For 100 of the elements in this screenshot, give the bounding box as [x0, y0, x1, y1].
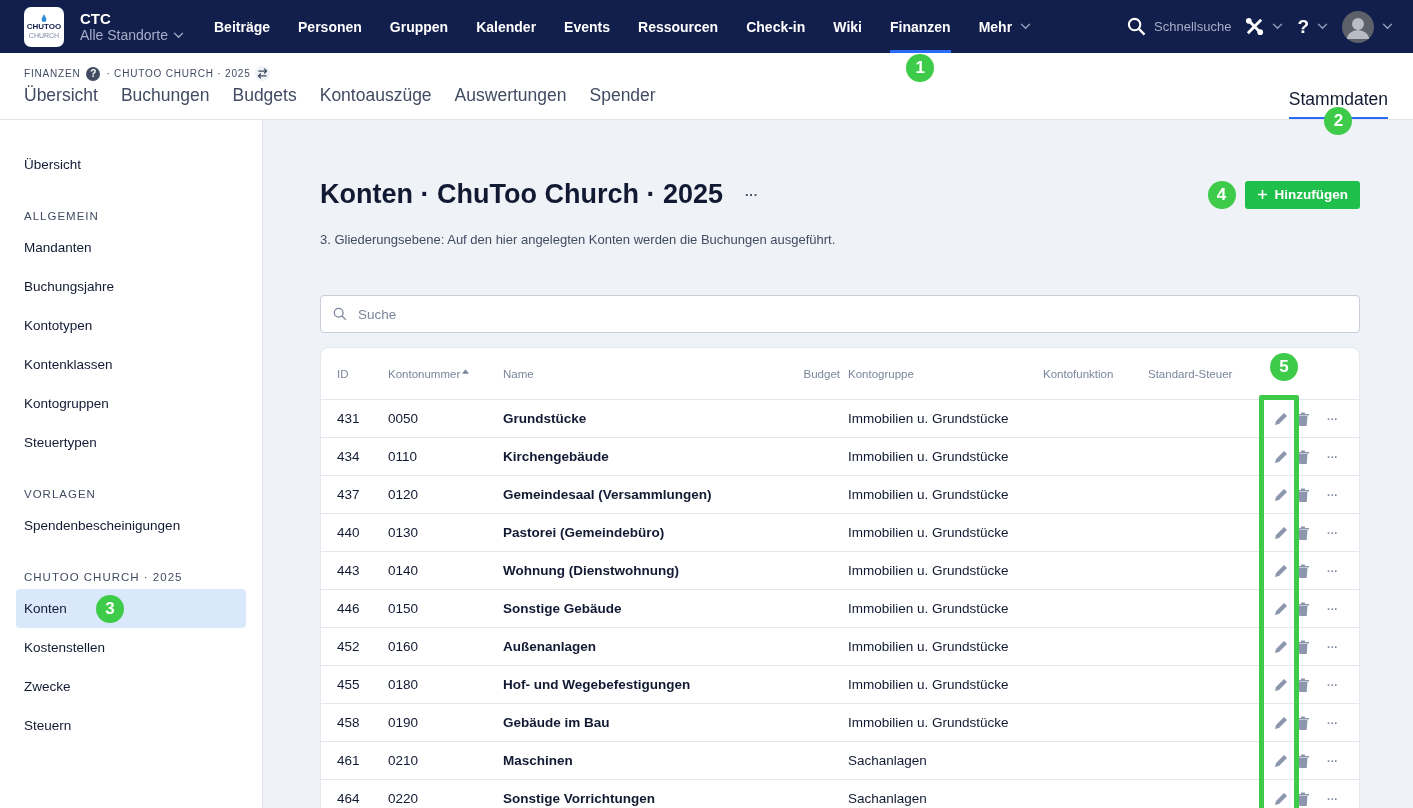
sidebar-item[interactable]: Übersicht [16, 145, 246, 184]
table-cell: 0130 [388, 525, 419, 540]
table-cell: Immobilien u. Grundstücke [848, 563, 1009, 578]
sidebar-item[interactable]: Mandanten [16, 228, 246, 267]
more-options-button[interactable]: ··· [739, 186, 764, 203]
row-more-button[interactable]: ··· [1323, 640, 1342, 653]
pencil-icon[interactable] [1273, 714, 1289, 731]
avatar-icon[interactable] [1342, 10, 1374, 43]
table-cell: 452 [337, 639, 360, 654]
sidebar-section-heading: VORLAGEN [23, 488, 97, 500]
table-cell: 437 [337, 487, 360, 502]
table-cell: 0190 [388, 715, 419, 730]
quick-search-field[interactable]: Schnellsuche [1154, 19, 1232, 34]
column-header[interactable]: Standard-Steuer [1148, 367, 1233, 380]
column-header[interactable]: ID [337, 367, 349, 380]
row-more-button[interactable]: ··· [1323, 602, 1342, 615]
section-tab[interactable]: Spender [589, 85, 656, 114]
pencil-icon[interactable] [1273, 676, 1289, 693]
sidebar-item[interactable]: Buchungsjahre [16, 267, 246, 306]
table-cell: 440 [337, 525, 360, 540]
search-icon[interactable] [1127, 17, 1147, 36]
location-dropdown[interactable]: Alle Standorte [80, 27, 200, 43]
table-cell: 0120 [388, 487, 419, 502]
sidebar-item[interactable]: Kontenklassen [16, 345, 246, 384]
table-cell: 446 [337, 601, 360, 616]
pencil-icon[interactable] [1273, 790, 1289, 807]
annotation-marker: 2 [1324, 107, 1353, 135]
nav-link[interactable]: Kalender [476, 0, 537, 53]
table-cell: Sonstige Gebäude [503, 601, 622, 616]
table-cell: 0210 [388, 753, 419, 768]
chevron-down-icon[interactable] [1317, 23, 1328, 30]
table-cell: Immobilien u. Grundstücke [848, 601, 1009, 616]
table-cell: 0180 [388, 677, 419, 692]
more-menu[interactable]: Mehr [978, 0, 1032, 53]
row-more-button[interactable]: ··· [1323, 526, 1342, 539]
nav-link[interactable]: Personen [298, 0, 362, 53]
row-more-button[interactable]: ··· [1323, 412, 1342, 425]
table-cell: 0160 [388, 639, 419, 654]
table-cell: 0220 [388, 791, 419, 806]
row-more-button[interactable]: ··· [1323, 450, 1342, 463]
search-icon [333, 307, 347, 321]
row-more-button[interactable]: ··· [1323, 678, 1342, 691]
sidebar-item[interactable]: Kostenstellen [16, 628, 246, 667]
sidebar-item[interactable]: Kontogruppen [16, 384, 246, 423]
sidebar-item[interactable]: Zwecke [16, 667, 246, 706]
sort-arrow-icon [462, 368, 470, 374]
help-badge[interactable]: ? [86, 66, 101, 81]
sidebar-item[interactable]: Steuertypen [16, 423, 246, 462]
swap-icon[interactable] [254, 66, 270, 81]
page-description: 3. Gliederungsebene: Auf den hier angelegten Konten werden die Buchungen ausgeführt. [320, 232, 837, 247]
organization-name: CTC [80, 10, 112, 27]
column-header[interactable]: Name [503, 367, 534, 380]
search-field[interactable]: Suche [320, 295, 1360, 333]
nav-link[interactable]: Beiträge [214, 0, 271, 53]
nav-link[interactable]: Check-in [746, 0, 806, 53]
table-cell: Gemeindesaal (Versammlungen) [503, 487, 712, 502]
breadcrumb-text[interactable]: FINANZEN [24, 68, 81, 79]
row-more-button[interactable]: ··· [1323, 716, 1342, 729]
row-more-button[interactable]: ··· [1323, 792, 1342, 805]
sidebar-item[interactable]: Spendenbescheinigungen [16, 506, 246, 545]
breadcrumb-text[interactable]: · CHUTOO CHURCH · 2025 [106, 68, 251, 79]
sidebar-item[interactable]: Kontotypen [16, 306, 246, 345]
row-more-button[interactable]: ··· [1323, 564, 1342, 577]
section-tab[interactable]: Auswertungen [454, 85, 567, 114]
column-header[interactable]: Budget [803, 367, 840, 380]
row-more-button[interactable]: ··· [1323, 488, 1342, 501]
chevron-down-icon[interactable] [1272, 23, 1284, 30]
pencil-icon[interactable] [1273, 638, 1289, 655]
section-tab[interactable]: Kontoauszüge [319, 85, 432, 114]
nav-link[interactable]: Ressourcen [638, 0, 719, 53]
pencil-icon[interactable] [1273, 752, 1289, 769]
help-menu[interactable]: ? [1297, 15, 1309, 38]
column-header[interactable]: Kontogruppe [848, 367, 914, 380]
column-header[interactable]: Kontonummer [388, 367, 470, 380]
pencil-icon[interactable] [1273, 600, 1289, 617]
table-cell: 431 [337, 411, 360, 426]
chevron-down-icon [172, 31, 184, 39]
tools-icon[interactable] [1245, 17, 1265, 36]
pencil-icon[interactable] [1273, 562, 1289, 579]
column-header[interactable]: Kontofunktion [1043, 367, 1114, 380]
nav-link[interactable]: Events [564, 0, 611, 53]
row-more-button[interactable]: ··· [1323, 754, 1342, 767]
pencil-icon[interactable] [1273, 410, 1289, 427]
table-cell: 0150 [388, 601, 419, 616]
section-tab[interactable]: Budgets [232, 85, 297, 114]
table-cell: Kirchengebäude [503, 449, 609, 464]
pencil-icon[interactable] [1273, 524, 1289, 541]
sidebar-item[interactable]: Steuern [16, 706, 246, 745]
table-cell: Hof- und Wegebefestigungen [503, 677, 691, 692]
section-tab[interactable]: Buchungen [120, 85, 210, 114]
section-tab[interactable]: Übersicht [24, 85, 98, 114]
chevron-down-icon[interactable] [1382, 23, 1393, 30]
table-cell: Grundstücke [503, 411, 587, 426]
nav-link[interactable]: Wiki [833, 0, 862, 53]
pencil-icon[interactable] [1273, 486, 1289, 503]
pencil-icon[interactable] [1273, 448, 1289, 465]
annotation-marker: 4 [1207, 180, 1236, 209]
nav-link[interactable]: Gruppen [389, 0, 449, 53]
page-title: Konten · ChuToo Church · 2025 [320, 179, 723, 210]
table-cell: Sachanlagen [848, 753, 927, 768]
